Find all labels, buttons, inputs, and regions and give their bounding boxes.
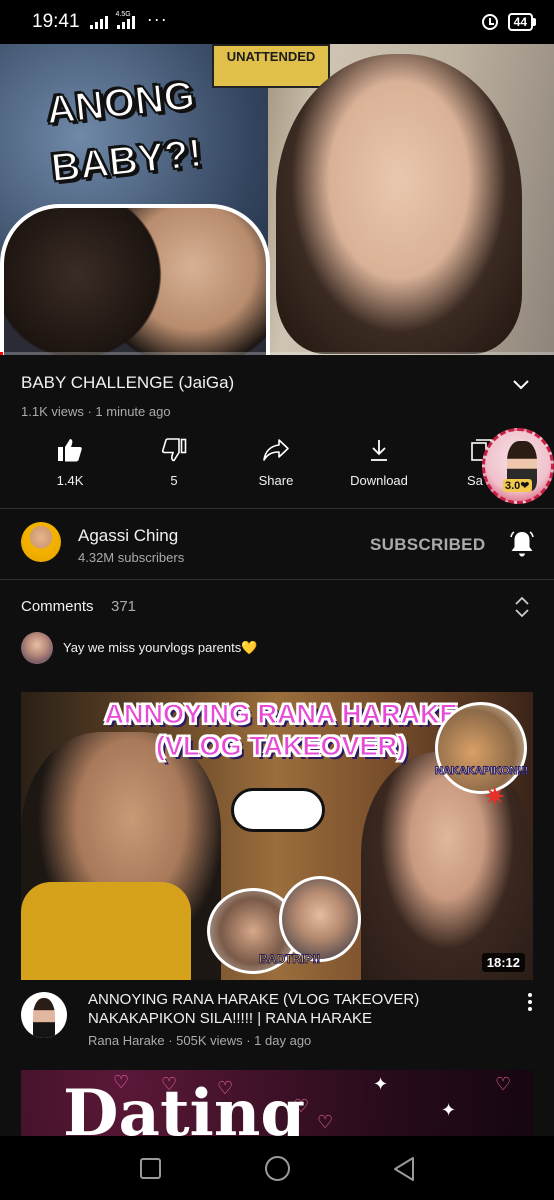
inset-photo-top (435, 702, 527, 794)
status-bar: 19:41 4.5G ··· 44 (0, 0, 554, 44)
dislike-button[interactable]: 5 (129, 438, 219, 490)
recommended-video-title[interactable]: ANNOYING RANA HARAKE (VLOG TAKEOVER) NAK… (88, 990, 508, 1028)
share-button[interactable]: Share (231, 438, 321, 490)
divider (0, 508, 554, 509)
action-bar: 1.4K 5 Share Download Sa (0, 438, 554, 500)
thumbnail-tag-badtrip: BADTRIP!! (258, 952, 321, 967)
expand-comments-icon[interactable] (513, 596, 531, 618)
status-time: 19:41 (32, 11, 80, 32)
floating-overlay-badge[interactable]: 3.0❤ (482, 428, 554, 504)
badge-label: 3.0❤ (503, 479, 532, 492)
anger-icon: ✷ (483, 781, 507, 812)
home-button[interactable] (265, 1156, 290, 1181)
share-label: Share (258, 473, 294, 488)
download-button[interactable]: Download (334, 438, 424, 490)
thumbnail-title-line2: (VLOG TAKEOVER) (155, 731, 406, 762)
system-nav-bar (0, 1136, 554, 1200)
thumbnail-person-right (361, 752, 533, 980)
share-icon (263, 439, 289, 461)
overlay-title: ANONG BABY?! (42, 66, 205, 197)
thumbnail-title: ANNOYING RANA HARAKE (VLOG TAKEOVER) (81, 698, 481, 762)
channel-avatar[interactable] (21, 522, 61, 562)
cloud-icon (231, 788, 325, 832)
progress-fill (0, 352, 3, 355)
network-label: 4.5G (115, 10, 131, 18)
recommended-thumbnail[interactable]: ANNOYING RANA HARAKE (VLOG TAKEOVER) NAK… (21, 692, 533, 980)
commenter-avatar[interactable] (21, 632, 53, 664)
subscriber-count: 4.32M subscribers (78, 550, 185, 565)
thumbnail-title-line1: ANNOYING RANA HARAKE (104, 699, 458, 730)
notification-bell-icon[interactable] (509, 530, 535, 558)
like-count: 1.4K (56, 473, 84, 488)
recommended-video-meta: Rana Harake · 505K views · 1 day ago (88, 1033, 312, 1048)
thumbnail-2-title: Dating (63, 1076, 306, 1136)
inset-photo-bottom-right (279, 876, 361, 962)
dislike-count: 5 (170, 473, 178, 488)
top-comment-text[interactable]: Yay we miss yourvlogs parents💛 (63, 640, 257, 656)
like-button[interactable]: 1.4K (25, 438, 115, 490)
chevron-down-icon[interactable] (512, 376, 530, 394)
comments-count: 371 (111, 598, 137, 615)
subscribed-button[interactable]: SUBSCRIBED (370, 535, 485, 555)
save-label: Sa (467, 473, 483, 488)
divider (0, 579, 554, 580)
video-player[interactable]: UNATTENDED ANONG BABY?! (0, 44, 554, 355)
battery-level: 44 (507, 13, 533, 31)
comments-label[interactable]: Comments (21, 598, 94, 615)
download-label: Download (350, 473, 408, 488)
more-notifications-icon: ··· (146, 8, 168, 29)
overlay-sign: UNATTENDED (212, 44, 330, 88)
recommended-channel-avatar[interactable] (21, 992, 67, 1038)
video-title[interactable]: BABY CHALLENGE (JaiGa) (21, 373, 234, 393)
progress-bar[interactable] (0, 352, 554, 355)
more-options-icon[interactable] (528, 993, 532, 1014)
video-meta: 1.1K views · 1 minute ago (21, 404, 171, 419)
couple-collage (0, 204, 270, 355)
signal-icon (89, 15, 108, 29)
download-icon (371, 440, 387, 461)
back-button[interactable] (392, 1156, 416, 1182)
thumbnail-shirt (21, 882, 191, 980)
battery-icon: 44 (507, 13, 536, 31)
recommended-thumbnail-2[interactable]: ♡ ♡ ♡ ♡ ♡ ✦ ✦ ♡ Dating (21, 1070, 533, 1136)
recent-apps-button[interactable] (140, 1158, 161, 1179)
alarm-icon (481, 14, 498, 30)
thumbs-up-icon (58, 439, 82, 462)
video-person (276, 54, 522, 354)
thumbs-down-icon (161, 438, 187, 462)
thumbnail-tag-nakakapikon: NAKAKAPIKON!!! (435, 765, 529, 778)
channel-name[interactable]: Agassi Ching (78, 526, 178, 546)
video-duration: 18:12 (481, 953, 525, 972)
